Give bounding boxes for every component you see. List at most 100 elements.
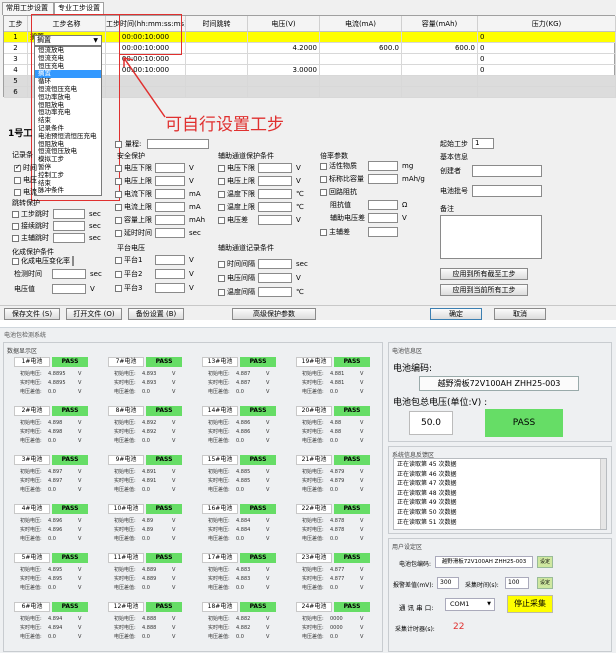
remark-textarea[interactable] xyxy=(440,215,542,259)
safety-checkbox[interactable] xyxy=(115,191,122,198)
safety-input[interactable] xyxy=(155,228,185,238)
jump-checkbox[interactable] xyxy=(12,223,19,230)
rate-checkbox[interactable] xyxy=(320,176,327,183)
jump-input[interactable] xyxy=(53,221,85,231)
interval-set-button[interactable]: 设定 xyxy=(537,577,553,589)
rate-input[interactable] xyxy=(368,174,398,184)
apply-current-button[interactable]: 应用到当前所有工步 xyxy=(440,284,528,296)
jump-checkbox[interactable] xyxy=(12,211,19,218)
cell-row-unit: V xyxy=(172,518,176,524)
safety-input[interactable] xyxy=(155,176,185,186)
main-aux-input[interactable] xyxy=(368,227,398,237)
platform-input[interactable] xyxy=(155,283,185,293)
aux-input[interactable] xyxy=(258,163,292,173)
cell-row-unit: V xyxy=(360,420,364,426)
table-cell xyxy=(248,76,320,87)
aux-input[interactable] xyxy=(258,215,292,225)
ok-button[interactable]: 确定 xyxy=(430,308,482,320)
rate-input[interactable] xyxy=(368,161,398,171)
safety-checkbox[interactable] xyxy=(115,178,122,185)
aux-input[interactable] xyxy=(258,189,292,199)
safety-input[interactable] xyxy=(155,215,185,225)
cell-row-value: 4.878 xyxy=(330,527,345,533)
safety-checkbox[interactable] xyxy=(115,230,122,237)
cell-pass-badge: PASS xyxy=(146,504,182,514)
aux-checkbox[interactable] xyxy=(218,217,225,224)
start-step-input[interactable]: 1 xyxy=(472,138,494,149)
jump-input[interactable] xyxy=(53,233,85,243)
aux-checkbox[interactable] xyxy=(218,191,225,198)
voltage-value-input[interactable] xyxy=(52,284,86,294)
record-current-checkbox[interactable] xyxy=(14,189,21,196)
divider xyxy=(0,305,616,306)
pack-code-set-button[interactable]: 设定 xyxy=(537,556,553,568)
platform-input[interactable] xyxy=(155,255,185,265)
aux-input[interactable] xyxy=(258,176,292,186)
pack-code-input[interactable]: 越野滑板72V100AH ZHH25-003 xyxy=(435,556,533,568)
table-cell xyxy=(248,54,320,65)
creator-input[interactable] xyxy=(472,165,542,177)
cell-pass-badge: PASS xyxy=(52,357,88,367)
aux-checkbox[interactable] xyxy=(218,165,225,172)
log-scrollbar[interactable] xyxy=(600,459,606,529)
safety-input[interactable] xyxy=(155,189,185,199)
chevron-down-icon[interactable]: ▼ xyxy=(487,599,491,610)
safety-input[interactable] xyxy=(155,163,185,173)
range-checkbox[interactable] xyxy=(115,141,122,148)
aux-input[interactable] xyxy=(258,202,292,212)
aux-rec-input[interactable] xyxy=(258,259,292,269)
cell-row-label: 电压差值: xyxy=(20,389,42,395)
stop-collect-button[interactable]: 停止采集 xyxy=(507,595,553,613)
impedance-input[interactable] xyxy=(368,200,398,210)
safety-checkbox[interactable] xyxy=(115,165,122,172)
battery-no-input[interactable] xyxy=(472,185,542,197)
cell-row-value: 4.886 xyxy=(236,429,251,435)
main-aux-checkbox[interactable] xyxy=(320,229,327,236)
record-voltage-checkbox[interactable] xyxy=(14,177,21,184)
port-select[interactable]: COM1 ▼ xyxy=(445,598,495,611)
platform-checkbox[interactable] xyxy=(115,257,122,264)
aux-checkbox[interactable] xyxy=(218,204,225,211)
platform-input[interactable] xyxy=(155,269,185,279)
jump-input[interactable] xyxy=(53,209,85,219)
cell-row-label: 实时电压: xyxy=(114,625,136,631)
step-number-label: 1号工 xyxy=(8,129,33,139)
alarm-input[interactable]: 300 xyxy=(437,577,459,589)
save-file-button[interactable]: 保存文件 (S) xyxy=(4,308,60,320)
platform-checkbox[interactable] xyxy=(115,285,122,292)
aux-rec-checkbox[interactable] xyxy=(218,261,225,268)
cell-row-unit: V xyxy=(78,389,82,395)
chem-checkbox[interactable] xyxy=(12,258,19,265)
jump-checkbox[interactable] xyxy=(12,235,19,242)
safety-checkbox[interactable] xyxy=(115,217,122,224)
aux-rec-checkbox[interactable] xyxy=(218,275,225,282)
rate-checkbox[interactable] xyxy=(320,163,327,170)
rate-param-title: 倍率参数 xyxy=(320,152,348,160)
cancel-button[interactable]: 取消 xyxy=(494,308,546,320)
record-time-checkbox[interactable] xyxy=(14,163,21,172)
range-select[interactable] xyxy=(147,139,209,149)
backup-settings-button[interactable]: 备份设置 (B) xyxy=(128,308,184,320)
impedance-checkbox[interactable] xyxy=(320,189,327,196)
safety-checkbox[interactable] xyxy=(115,204,122,211)
open-file-button[interactable]: 打开文件 (O) xyxy=(66,308,122,320)
cell-name: 11#电池 xyxy=(108,553,144,563)
cell-pass-badge: PASS xyxy=(52,504,88,514)
aux-checkbox[interactable] xyxy=(218,178,225,185)
safety-input[interactable] xyxy=(155,202,185,212)
detect-time-input[interactable] xyxy=(52,269,86,279)
impedance-input[interactable] xyxy=(368,213,398,223)
aux-rec-input[interactable] xyxy=(258,273,292,283)
cell-row-label: 初始电压: xyxy=(20,567,42,573)
advanced-protect-button[interactable]: 高级保护参数 xyxy=(232,308,316,320)
cell-pass-badge: PASS xyxy=(240,504,276,514)
platform-checkbox[interactable] xyxy=(115,271,122,278)
chem-input[interactable] xyxy=(72,256,74,266)
aux-rec-input[interactable] xyxy=(258,287,292,297)
cell-row-value: 4.894 xyxy=(48,625,63,631)
cell-row-value: 4.898 xyxy=(48,429,63,435)
aux-rec-checkbox[interactable] xyxy=(218,289,225,296)
apply-all-button[interactable]: 应用到所有截至工步 xyxy=(440,268,528,280)
interval-input[interactable]: 100 xyxy=(505,577,529,589)
cell-row-value: 4.88 xyxy=(330,420,342,426)
